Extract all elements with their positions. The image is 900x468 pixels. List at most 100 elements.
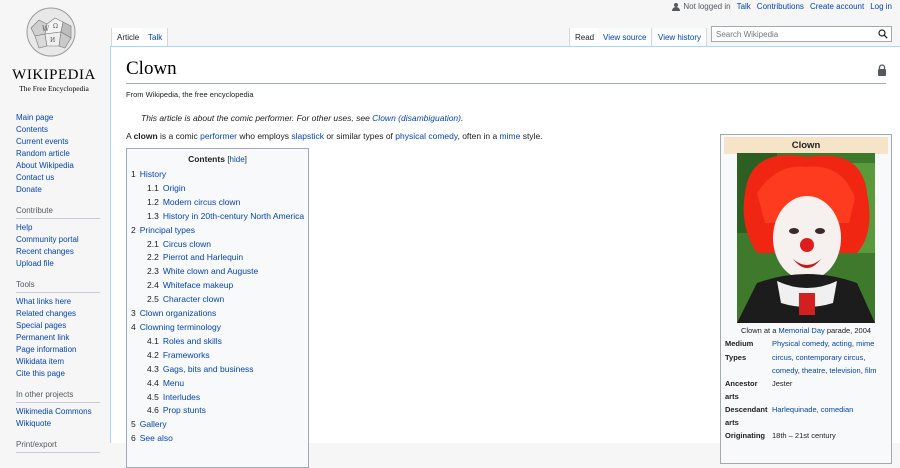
toc-link[interactable]: Origin bbox=[163, 183, 186, 193]
toc-item[interactable]: 4.2 Frameworks bbox=[131, 349, 308, 363]
toc-item[interactable]: 2.4 Whiteface makeup bbox=[131, 279, 308, 293]
toc-item[interactable]: 5 Gallery bbox=[131, 418, 308, 432]
toc-hide-toggle[interactable]: [hide] bbox=[227, 155, 247, 164]
sidebar-item-wikidata-item[interactable]: Wikidata item bbox=[16, 356, 108, 368]
mime-link[interactable]: mime bbox=[856, 339, 874, 348]
wikipedia-logo[interactable]: W Ω И Wikipedia The Free Encyclopedia bbox=[0, 0, 110, 100]
toc-item[interactable]: 4.1 Roles and skills bbox=[131, 335, 308, 349]
search-input[interactable]: Search Wikipedia bbox=[711, 26, 892, 42]
sidebar-item-help[interactable]: Help bbox=[16, 222, 108, 234]
sidebar-print-export[interactable]: Print/export bbox=[0, 439, 108, 453]
comedian-link[interactable]: comedian bbox=[821, 405, 854, 414]
sidebar-heading-contribute: Contribute bbox=[16, 205, 100, 219]
sidebar-item-recent-changes[interactable]: Recent changes bbox=[16, 246, 108, 258]
toc-item[interactable]: 3 Clown organizations bbox=[131, 307, 308, 321]
sidebar-item-community-portal[interactable]: Community portal bbox=[16, 234, 108, 246]
sidebar-item-cite-this-page[interactable]: Cite this page bbox=[16, 368, 108, 380]
toc-item[interactable]: 4.4 Menu bbox=[131, 377, 308, 391]
sidebar-item-about-wikipedia[interactable]: About Wikipedia bbox=[16, 160, 108, 172]
theatre-link[interactable]: theatre bbox=[802, 366, 825, 375]
tab-view-source[interactable]: View source bbox=[598, 28, 653, 46]
toc-item[interactable]: 2.3 White clown and Auguste bbox=[131, 265, 308, 279]
toc-link[interactable]: Pierrot and Harlequin bbox=[163, 252, 243, 262]
toc-link[interactable]: Clowning terminology bbox=[140, 322, 221, 332]
toc-item[interactable]: 1 History bbox=[131, 168, 308, 182]
tab-view-history[interactable]: View history bbox=[653, 28, 707, 46]
contributions-link[interactable]: Contributions bbox=[757, 2, 804, 11]
toc-number: 1.3 bbox=[147, 210, 159, 221]
toc-link[interactable]: Principal types bbox=[140, 225, 195, 235]
sidebar-item-random-article[interactable]: Random article bbox=[16, 148, 108, 160]
toc-item[interactable]: 4.6 Prop stunts bbox=[131, 404, 308, 418]
harlequinade-link[interactable]: Harlequinade bbox=[772, 405, 817, 414]
physical-comedy-link[interactable]: Physical comedy bbox=[772, 339, 828, 348]
toc-link[interactable]: Clown organizations bbox=[140, 308, 217, 318]
talk-link[interactable]: Talk bbox=[737, 2, 751, 11]
toc-item[interactable]: 4 Clowning terminology bbox=[131, 321, 308, 335]
performer-link[interactable]: performer bbox=[200, 131, 237, 141]
sidebar-item-special-pages[interactable]: Special pages bbox=[16, 320, 108, 332]
search-icon[interactable] bbox=[878, 29, 888, 39]
toc-link[interactable]: History bbox=[140, 169, 166, 179]
physical-comedy-link[interactable]: physical comedy bbox=[395, 131, 457, 141]
sidebar-item-current-events[interactable]: Current events bbox=[16, 136, 108, 148]
sidebar-item-wikiquote[interactable]: Wikiquote bbox=[16, 418, 108, 430]
sidebar-item-related-changes[interactable]: Related changes bbox=[16, 308, 108, 320]
sidebar-item-contact-us[interactable]: Contact us bbox=[16, 172, 108, 184]
contemporary-circus-link[interactable]: contemporary circus bbox=[796, 353, 864, 362]
sidebar-item-page-information[interactable]: Page information bbox=[16, 344, 108, 356]
toc-item[interactable]: 6 See also bbox=[131, 432, 308, 446]
tab-read[interactable]: Read bbox=[569, 28, 601, 46]
sidebar-item-permanent-link[interactable]: Permanent link bbox=[16, 332, 108, 344]
toc-link[interactable]: Gallery bbox=[140, 419, 167, 429]
toc-item[interactable]: 1.2 Modern circus clown bbox=[131, 196, 308, 210]
sidebar-item-donate[interactable]: Donate bbox=[16, 184, 108, 196]
sidebar-heading-print-export[interactable]: Print/export bbox=[16, 439, 100, 453]
sidebar-item-main-page[interactable]: Main page bbox=[16, 112, 108, 124]
sidebar-item-upload-file[interactable]: Upload file bbox=[16, 258, 108, 270]
toc-item[interactable]: 2.5 Character clown bbox=[131, 293, 308, 307]
toc-item[interactable]: 1.1 Origin bbox=[131, 182, 308, 196]
toc-link[interactable]: Roles and skills bbox=[163, 336, 222, 346]
lock-icon[interactable] bbox=[877, 64, 887, 76]
slapstick-link[interactable]: slapstick bbox=[291, 131, 324, 141]
toc-item[interactable]: 2 Principal types bbox=[131, 224, 308, 238]
comedy-link[interactable]: comedy bbox=[772, 366, 798, 375]
toc-link[interactable]: History in 20th-century North America bbox=[163, 211, 304, 221]
acting-link[interactable]: acting bbox=[832, 339, 852, 348]
log-in-link[interactable]: Log in bbox=[870, 2, 892, 11]
toc-item[interactable]: 1.3 History in 20th-century North America bbox=[131, 210, 308, 224]
jester-link[interactable]: Jester bbox=[772, 378, 792, 403]
sidebar-item-wikimedia-commons[interactable]: Wikimedia Commons bbox=[16, 406, 108, 418]
toc-link[interactable]: Whiteface makeup bbox=[163, 280, 233, 290]
toc-link[interactable]: White clown and Auguste bbox=[163, 266, 258, 276]
toc-link[interactable]: Modern circus clown bbox=[163, 197, 240, 207]
disambiguation-link[interactable]: Clown (disambiguation) bbox=[372, 113, 461, 123]
toc-item[interactable]: 2.2 Pierrot and Harlequin bbox=[131, 251, 308, 265]
sidebar-item-what-links-here[interactable]: What links here bbox=[16, 296, 108, 308]
toc-link[interactable]: Prop stunts bbox=[163, 405, 206, 415]
toc-link[interactable]: Circus clown bbox=[163, 239, 211, 249]
toc-item[interactable]: 4.3 Gags, bits and business bbox=[131, 363, 308, 377]
clown-photo[interactable] bbox=[737, 153, 875, 323]
toc-link[interactable]: Interludes bbox=[163, 392, 200, 402]
mime-link[interactable]: mime bbox=[500, 131, 521, 141]
tab-article[interactable]: Article bbox=[111, 28, 146, 46]
toc-item[interactable]: 2.1 Circus clown bbox=[131, 238, 308, 252]
toc-link[interactable]: See also bbox=[140, 433, 173, 443]
toc-item[interactable]: 4.5 Interludes bbox=[131, 391, 308, 405]
sidebar-item-contents[interactable]: Contents bbox=[16, 124, 108, 136]
toc-link[interactable]: Frameworks bbox=[163, 350, 210, 360]
toc-link[interactable]: Menu bbox=[163, 378, 184, 388]
toc-link[interactable]: Gags, bits and business bbox=[163, 364, 254, 374]
create-account-link[interactable]: Create account bbox=[810, 2, 864, 11]
toc-hide-link[interactable]: hide bbox=[230, 155, 245, 164]
toc-link[interactable]: Character clown bbox=[163, 294, 224, 304]
television-link[interactable]: television bbox=[829, 366, 860, 375]
table-of-contents: Contents [hide] 1 History 1.1 Origin 1.2 Mode… bbox=[126, 148, 309, 468]
tab-talk[interactable]: Talk bbox=[143, 28, 169, 46]
circus-link[interactable]: circus bbox=[772, 353, 792, 362]
film-link[interactable]: film bbox=[865, 366, 877, 375]
memorial-day-link[interactable]: Memorial Day bbox=[778, 326, 824, 335]
infobox-label: Medium bbox=[725, 339, 754, 348]
